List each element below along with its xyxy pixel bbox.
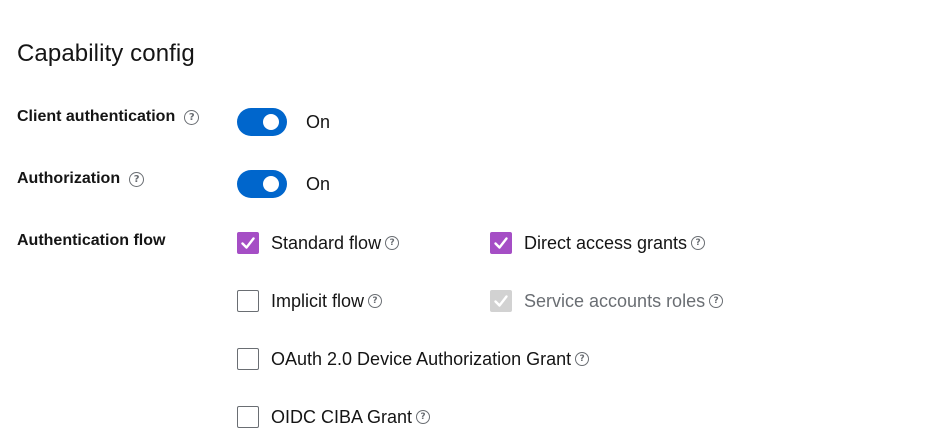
checkbox-box[interactable] xyxy=(237,232,259,254)
service-accounts-roles-checkbox: Service accounts roles ? xyxy=(490,290,724,312)
help-icon[interactable]: ? xyxy=(129,171,145,187)
help-icon[interactable]: ? xyxy=(575,352,590,366)
checkbox-box xyxy=(490,290,512,312)
toggle-knob xyxy=(263,114,279,130)
implicit-flow-checkbox[interactable]: Implicit flow ? xyxy=(237,290,383,312)
checkbox-label: OIDC CIBA Grant xyxy=(271,406,413,427)
checkbox-label: Service accounts roles xyxy=(524,290,706,311)
standard-flow-checkbox[interactable]: Standard flow ? xyxy=(237,232,400,254)
help-icon[interactable]: ? xyxy=(691,236,706,250)
help-icon[interactable]: ? xyxy=(385,236,400,250)
authorization-toggle[interactable] xyxy=(237,170,287,198)
help-icon[interactable]: ? xyxy=(368,294,383,308)
checkbox-label: Implicit flow xyxy=(271,290,365,311)
checkbox-label: Direct access grants xyxy=(524,232,688,253)
authorization-state: On xyxy=(306,174,331,194)
checkbox-box[interactable] xyxy=(237,348,259,370)
client-authentication-toggle[interactable] xyxy=(237,108,287,136)
authentication-flow-label-text: Authentication flow xyxy=(17,232,166,249)
checkbox-box[interactable] xyxy=(237,406,259,428)
checkbox-label: OAuth 2.0 Device Authorization Grant xyxy=(271,348,572,369)
section-title: Capability config xyxy=(17,40,195,67)
client-authentication-label-text: Client authentication xyxy=(17,108,176,125)
checkmark-icon xyxy=(494,295,508,307)
client-authentication-label: Client authentication ? xyxy=(17,108,200,126)
direct-access-grants-checkbox[interactable]: Direct access grants ? xyxy=(490,232,706,254)
help-icon[interactable]: ? xyxy=(184,109,200,125)
oidc-ciba-grant-checkbox[interactable]: OIDC CIBA Grant ? xyxy=(237,406,431,428)
authorization-label: Authorization ? xyxy=(17,170,145,188)
checkmark-icon xyxy=(494,237,508,249)
checkbox-box[interactable] xyxy=(490,232,512,254)
authentication-flow-label: Authentication flow xyxy=(17,232,165,250)
toggle-knob xyxy=(263,176,279,192)
authorization-label-text: Authorization xyxy=(17,170,121,187)
help-icon[interactable]: ? xyxy=(416,410,431,424)
help-icon[interactable]: ? xyxy=(709,294,724,308)
client-authentication-state: On xyxy=(306,112,331,132)
checkbox-label: Standard flow xyxy=(271,232,382,253)
checkbox-box[interactable] xyxy=(237,290,259,312)
oauth-device-authorization-grant-checkbox[interactable]: OAuth 2.0 Device Authorization Grant ? xyxy=(237,348,590,370)
checkmark-icon xyxy=(241,237,255,249)
